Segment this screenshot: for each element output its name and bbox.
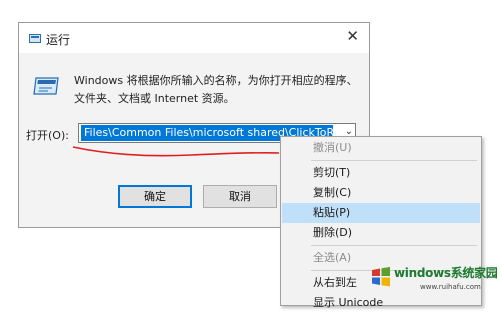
description-line-2: 文件夹、文档或 Internet 资源。	[74, 92, 235, 105]
windows-logo-icon	[372, 267, 390, 287]
open-label: 打开(O):	[26, 129, 69, 142]
menu-item-cut[interactable]: 剪切(T)	[282, 163, 480, 183]
menu-separator	[311, 160, 477, 161]
ok-button[interactable]: 确定	[118, 185, 192, 208]
red-underline-annotation	[72, 146, 280, 157]
cancel-button[interactable]: 取消	[203, 185, 277, 208]
title-bar[interactable]: 运行 ✕	[19, 23, 369, 53]
watermark-url: www.ruihafu.com	[420, 283, 481, 291]
run-icon	[29, 34, 41, 43]
description-line-1: Windows 将根据你所输入的名称，为你打开相应的程序、	[74, 74, 358, 87]
menu-item-undo[interactable]: 撤消(U)	[282, 138, 480, 158]
menu-separator	[311, 245, 477, 246]
menu-item-show-unicode[interactable]: 显示 Unicode	[282, 293, 480, 313]
menu-item-delete[interactable]: 删除(D)	[282, 223, 480, 243]
menu-item-copy[interactable]: 复制(C)	[282, 183, 480, 203]
watermark: windows系统家园 www.ruihafu.com	[370, 262, 498, 296]
watermark-text: windows系统家园	[394, 266, 498, 280]
dialog-description: Windows 将根据你所输入的名称，为你打开相应的程序、 文件夹、文档或 In…	[74, 72, 364, 108]
dialog-title: 运行	[46, 33, 71, 47]
run-program-icon	[33, 77, 59, 95]
close-button[interactable]: ✕	[346, 29, 359, 44]
menu-item-paste[interactable]: 粘贴(P)	[282, 203, 480, 223]
